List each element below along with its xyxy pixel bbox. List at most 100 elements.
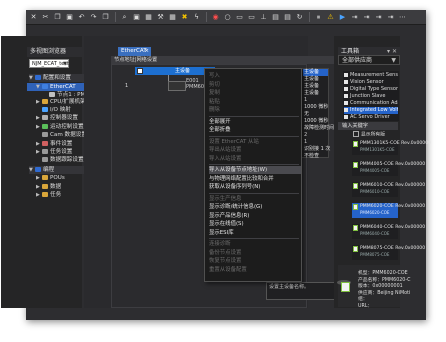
product-icon <box>341 282 350 292</box>
pin-icon[interactable]: ⊥ <box>258 12 269 23</box>
property-value[interactable]: 主设备 <box>304 90 319 97</box>
product-item[interactable]: PMM6040-COE Rev.0x00000 PMM6040-COE <box>352 224 425 239</box>
property-value[interactable]: 1 <box>304 139 307 146</box>
category-item[interactable]: Integrated Low Voltage D <box>344 107 398 114</box>
folder-icon <box>42 157 48 162</box>
context-menu-item[interactable]: 显示在线值(S) <box>209 220 301 228</box>
category-item[interactable]: Junction Slave <box>344 93 398 100</box>
checkbox-label: 显示所有版 <box>361 132 385 138</box>
monitor-icon[interactable]: ▭ <box>234 12 245 23</box>
context-menu-item[interactable]: 与物理网络配置比较和合并 <box>209 175 301 183</box>
context-menu-item[interactable]: 全部展开 <box>209 118 301 126</box>
device-icon <box>353 225 358 231</box>
slave-device-node[interactable] <box>168 81 186 91</box>
menu-separator <box>209 164 299 165</box>
product-subtitle: PMM6010-COE <box>360 189 390 194</box>
context-menu-item: 粘贴 <box>209 98 220 105</box>
warning-icon[interactable]: ⚠ <box>325 12 336 23</box>
grid-icon[interactable]: ▤ <box>282 12 293 23</box>
category-item[interactable]: Communication Adaptor <box>344 100 398 107</box>
property-value[interactable]: 识别接 1 次 <box>304 146 330 153</box>
property-value[interactable]: 2 <box>304 132 307 139</box>
cut-icon[interactable]: ✂ <box>40 12 51 23</box>
tree-item-label: 配置和设置 <box>43 75 71 81</box>
context-menu-item[interactable]: 显示诊断/统计信息(G) <box>209 203 301 211</box>
show-all-versions-checkbox[interactable]: 显示所有版 <box>353 131 385 139</box>
tree-item-label: 任务设置 <box>50 149 73 155</box>
close-icon[interactable]: ✕ <box>28 12 39 23</box>
copy-icon[interactable]: ❐ <box>100 12 111 23</box>
context-menu-item: 删除 <box>209 107 220 113</box>
build-icon[interactable]: ▦ <box>167 12 178 23</box>
property-value[interactable]: 故障检测时间 <box>304 125 334 132</box>
panel-title: 多视图浏览器 <box>30 48 67 55</box>
step-icon[interactable]: ⇥ <box>385 12 396 23</box>
context-menu-item: 复制 <box>209 90 220 96</box>
refresh-icon[interactable]: ↻ <box>294 12 305 23</box>
tab-ethercat[interactable]: EtherCAT × <box>118 47 151 56</box>
undo-icon[interactable]: ↶ <box>76 12 87 23</box>
property-value[interactable]: 1000 微秒 <box>304 118 328 125</box>
folder-icon <box>42 99 48 104</box>
close-icon[interactable]: × <box>144 47 149 56</box>
context-menu-item[interactable]: 显示产品信息(R) <box>209 212 301 220</box>
property-value[interactable]: 主设备 <box>304 76 319 83</box>
keyword-input[interactable]: 输入关键字 <box>338 122 398 130</box>
product-item[interactable]: PMM6020-COE Rev.0x00000 PMM6020-COE <box>352 203 425 218</box>
context-menu-item[interactable]: 全部折叠 <box>209 126 301 134</box>
grid-icon[interactable]: ▤ <box>270 12 281 23</box>
product-info-line: 组： <box>358 297 368 302</box>
device-icon <box>353 141 358 147</box>
context-menu-item[interactable]: 获取从设备序列号(N) <box>209 183 301 191</box>
redo-icon[interactable]: ↷ <box>88 12 99 23</box>
folder-icon <box>42 115 48 120</box>
category-item[interactable]: AC Servo Driver <box>344 114 398 121</box>
context-menu-item[interactable]: 显示ESI库 <box>209 229 301 237</box>
panel-title: 工具箱 <box>341 48 360 55</box>
property-value[interactable]: 主设备 <box>304 83 319 90</box>
context-menu-item[interactable]: 导入从设备节点地址(W) <box>209 166 301 174</box>
find-icon[interactable]: ⌕ <box>119 12 130 23</box>
product-name: PMM1301K5-COE Rev.0x00000 <box>360 141 432 146</box>
step-icon[interactable]: ⇥ <box>373 12 384 23</box>
offline-icon[interactable]: ○ <box>222 12 233 23</box>
wrench-icon[interactable]: ⚒ <box>155 12 166 23</box>
context-menu-item: 剪切 <box>209 81 220 88</box>
product-name: PMM6010-COE Rev.0x00000 <box>360 183 426 188</box>
tree-item-label: 任务 <box>50 192 62 198</box>
property-value[interactable]: 主设备 <box>303 69 328 76</box>
step-icon[interactable]: ⇥ <box>349 12 360 23</box>
product-item[interactable]: PMM8075-COE Rev.0x00000 PMM8075-COE <box>352 245 425 260</box>
copy-icon[interactable]: ❐ <box>52 12 63 23</box>
product-subtitle: PMM1301K5-COE <box>360 147 395 152</box>
tab-label: EtherCAT <box>121 48 147 54</box>
step-icon[interactable]: ⇥ <box>361 12 372 23</box>
tree-item-label: POUs <box>50 175 65 181</box>
paste-icon[interactable]: ▣ <box>64 12 75 23</box>
product-item[interactable]: PMM4005-COE Rev.0x00000 PMM4005-COE <box>352 161 425 176</box>
product-item[interactable]: PMM6010-COE Rev.0x00000 PMM6010-COE <box>352 182 425 197</box>
category-item[interactable]: Vision Sensor <box>344 79 398 86</box>
property-value[interactable]: 无 <box>304 111 309 118</box>
category-item[interactable]: Measurement Sensor <box>344 72 398 79</box>
run-icon[interactable]: ▶ <box>337 12 348 23</box>
vendor-dropdown[interactable]: 全部供应商 ▼ <box>338 55 400 65</box>
pause-icon[interactable]: ⏸ <box>313 12 324 23</box>
property-value[interactable]: 不检查 <box>304 153 319 160</box>
cross-icon[interactable]: ✖ <box>179 12 190 23</box>
monitor-icon[interactable]: ▭ <box>246 12 257 23</box>
category-item[interactable]: Digital Type Sensor <box>344 86 398 93</box>
property-value[interactable]: 1 <box>304 97 307 104</box>
property-value[interactable]: 1000 微秒 <box>304 104 328 111</box>
online-icon[interactable]: ◉ <box>210 12 221 23</box>
product-item[interactable]: PMM1301K5-COE Rev.0x00000 PMM1301K5-COE <box>352 140 431 155</box>
build-icon[interactable]: ▦ <box>143 12 154 23</box>
paste-icon[interactable]: ▣ <box>131 12 142 23</box>
menu-separator <box>209 115 299 117</box>
ellipsis-icon[interactable]: ⋯ <box>397 12 408 23</box>
folder-icon <box>35 167 41 172</box>
device-select[interactable]: NJM_ECAT_test ▼ <box>29 59 69 68</box>
product-subtitle: PMM8075-COE <box>360 252 390 257</box>
context-menu-item: 显示生产信息 <box>209 195 242 202</box>
lightning-icon[interactable]: ϟ <box>191 12 202 23</box>
